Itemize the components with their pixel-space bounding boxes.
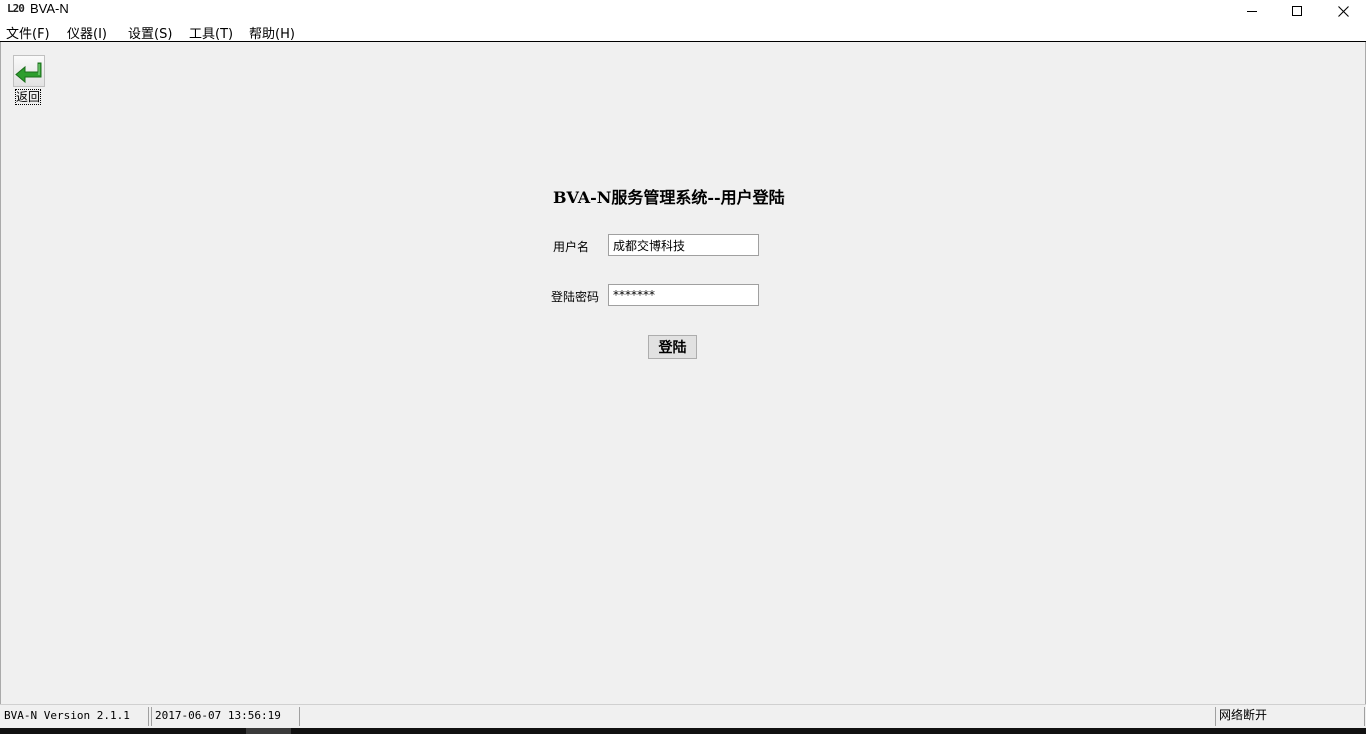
app-window: L20 BVA-N 文件(F) 仪器(I) 设置(S) 工具(T) 帮助(H) … (0, 0, 1366, 734)
status-datetime: 2017-06-07 13:56:19 (151, 707, 300, 726)
app-icon: L20 (7, 2, 25, 15)
menu-settings[interactable]: 设置(S) (128, 23, 172, 42)
main-panel (0, 42, 1366, 704)
maximize-icon (1292, 6, 1302, 16)
username-label: 用户名 (553, 240, 590, 254)
back-label[interactable]: 返回 (15, 89, 42, 105)
login-title: BVA-N服务管理系统--用户登陆 (553, 188, 785, 207)
menu-tools[interactable]: 工具(T) (189, 23, 233, 42)
minimize-icon (1247, 11, 1257, 12)
close-icon (1337, 5, 1349, 17)
taskbar-strip (0, 728, 1366, 734)
back-button[interactable] (13, 55, 45, 87)
login-button[interactable]: 登陆 (648, 335, 697, 359)
close-button[interactable] (1320, 0, 1366, 22)
status-version: BVA-N Version 2.1.1 (1, 707, 149, 726)
taskbar-item[interactable] (246, 728, 291, 734)
title-bar[interactable]: L20 BVA-N (0, 0, 1366, 22)
menu-help[interactable]: 帮助(H) (249, 23, 295, 42)
status-bar: BVA-N Version 2.1.1 2017-06-07 13:56:19 … (0, 704, 1366, 729)
menu-bar: 文件(F) 仪器(I) 设置(S) 工具(T) 帮助(H) (0, 22, 1366, 42)
minimize-button[interactable] (1229, 0, 1275, 22)
return-arrow-icon (15, 62, 42, 84)
menu-file[interactable]: 文件(F) (6, 23, 50, 42)
password-input[interactable] (608, 284, 759, 306)
window-title: BVA-N (30, 1, 69, 16)
password-label: 登陆密码 (551, 290, 600, 304)
username-input[interactable] (608, 234, 759, 256)
menu-instrument[interactable]: 仪器(I) (67, 23, 107, 42)
status-network: 网络断开 (1215, 707, 1365, 726)
maximize-button[interactable] (1274, 0, 1320, 22)
